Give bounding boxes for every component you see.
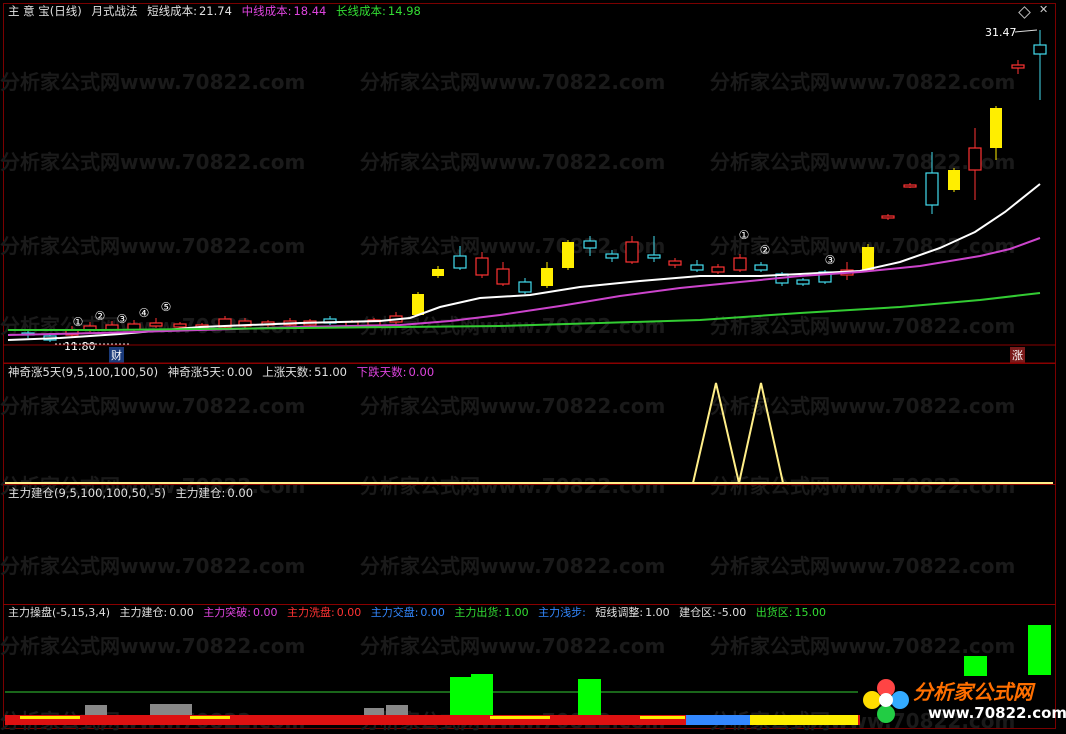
down-days-label: 下跌天数: <box>356 365 407 379</box>
candle-body <box>711 266 725 273</box>
down-days-value: 0.00 <box>408 365 435 379</box>
candle-body <box>496 268 510 285</box>
candle-body <box>881 215 895 219</box>
candle-body <box>990 108 1002 148</box>
logo-name: 分析家公式网 <box>913 680 1033 704</box>
panel4-indicator[interactable]: 主力操盘(-5,15,3,4) <box>8 606 110 619</box>
circle-marker-label: ③ <box>117 312 128 326</box>
circle-marker-label: ② <box>760 243 771 257</box>
chuhuoqu-value: 15.00 <box>794 606 826 619</box>
candle-body <box>605 253 619 259</box>
candle-body <box>925 172 939 206</box>
candle-body <box>1011 64 1025 69</box>
jiancangqu-label: 建仓区: <box>679 606 716 619</box>
panel2-value: 0.00 <box>226 365 253 379</box>
candle-body <box>903 184 917 188</box>
candle-body <box>475 257 489 276</box>
tiaozheng-label: 短线调整: <box>595 606 644 619</box>
high-price-arrow <box>1014 29 1038 33</box>
site-logo: 分析家公式网 www.70822.com <box>858 672 1066 730</box>
circle-marker-label: ① <box>739 228 750 242</box>
panel3-indicator[interactable]: 主力建仓(9,5,100,100,50,-5) <box>8 486 166 500</box>
chuhuo-label: 主力出货: <box>454 606 503 619</box>
xipan-label: 主力洗盘: <box>286 606 335 619</box>
candle-body <box>173 323 187 328</box>
up-days-label: 上涨天数: <box>262 365 313 379</box>
panel3-value: 0.00 <box>227 486 254 500</box>
tiaozheng-value: 1.00 <box>645 606 670 619</box>
candle-body <box>453 255 467 269</box>
candle-body <box>968 147 982 171</box>
panel3-header: 主力建仓(9,5,100,100,50,-5) 主力建仓: 0.00 <box>8 486 259 500</box>
xianbu-label: 主力浅步: <box>538 606 586 619</box>
candle-body <box>625 241 639 263</box>
candle-body <box>518 281 532 293</box>
panel2 <box>3 363 1056 483</box>
candle-body <box>948 170 960 190</box>
candle-body <box>583 240 597 249</box>
jiancangqu-value: -5.00 <box>717 606 747 619</box>
jiaopan-value: 0.00 <box>420 606 445 619</box>
circle-marker-label: ③ <box>825 253 836 267</box>
tupo-label: 主力突破: <box>203 606 251 619</box>
panel2-header: 神奇涨5天(9,5,100,100,50) 神奇涨5天: 0.00 上涨天数: 51… <box>8 365 440 379</box>
panel3 <box>3 484 1056 604</box>
jiancang-value: 0.00 <box>169 606 194 619</box>
candle-body <box>562 242 574 268</box>
jiaopan-label: 主力交盘: <box>370 606 419 619</box>
candle-body <box>733 257 747 271</box>
candle-body <box>647 254 661 259</box>
candle-body <box>149 322 163 327</box>
circle-marker-label: ② <box>95 309 106 323</box>
candle-body <box>862 247 874 270</box>
panel4-header: 主力操盘(-5,15,3,4) 主力建仓: 0.00 主力突破: 0.00 主力洗盘… <box>8 606 832 620</box>
candle-body <box>668 260 682 266</box>
panel2-value-label: 神奇涨5天: <box>167 365 225 379</box>
up-days-value: 51.00 <box>314 365 348 379</box>
jiancang-label: 主力建仓: <box>119 606 168 619</box>
xipan-value: 0.00 <box>336 606 362 619</box>
circle-marker-label: ④ <box>139 306 150 320</box>
candle-body <box>432 269 444 276</box>
candle-body <box>796 279 810 285</box>
candle-body <box>1033 44 1047 55</box>
panel2-indicator[interactable]: 神奇涨5天(9,5,100,100,50) <box>8 365 158 379</box>
panel3-value-label: 主力建仓: <box>175 486 226 500</box>
short-cost-line <box>7 183 1041 341</box>
candle-body <box>690 264 704 271</box>
chuhuoqu-label: 出货区: <box>755 606 793 619</box>
logo-url: www.70822.com <box>928 704 1066 722</box>
circle-marker-label: ① <box>73 315 84 329</box>
candle-body <box>541 268 553 286</box>
flower-logo-icon <box>863 679 909 723</box>
candle-body <box>412 294 424 315</box>
tupo-value: 0.00 <box>252 606 278 619</box>
circle-marker-label: ⑤ <box>161 300 172 314</box>
candle-body <box>754 264 768 271</box>
chuhuo-value: 1.00 <box>504 606 529 619</box>
